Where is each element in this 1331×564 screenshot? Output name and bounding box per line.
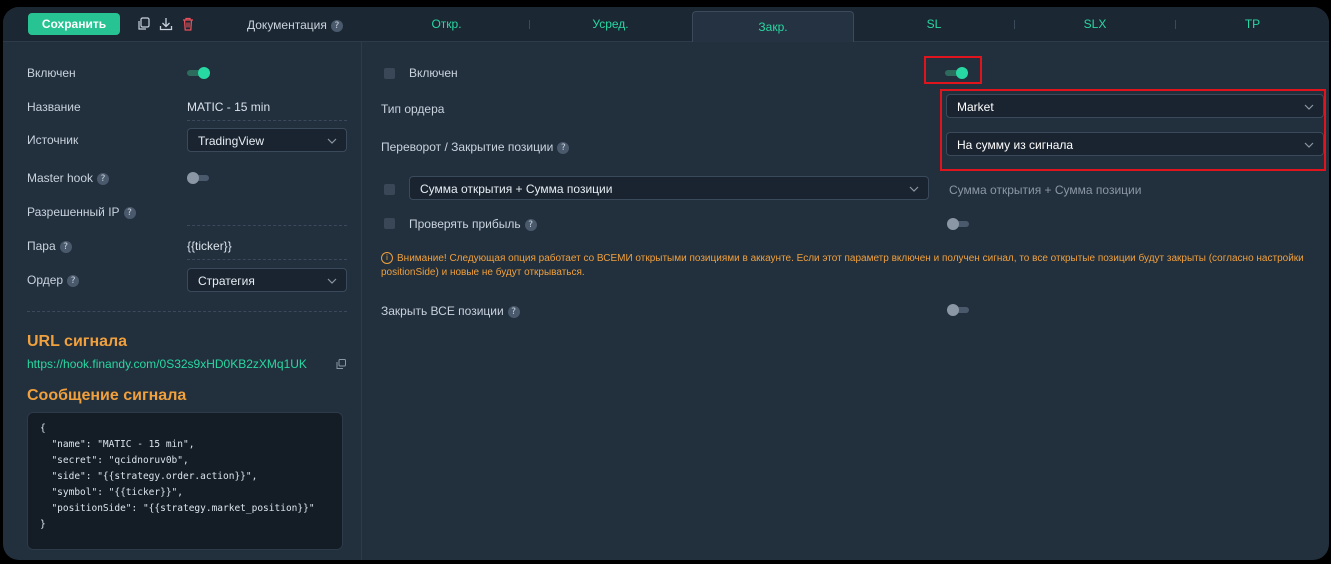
download-icon[interactable] <box>158 16 174 32</box>
tab-open[interactable]: Откр. <box>364 7 529 41</box>
order-label: Ордер? <box>27 273 80 287</box>
help-icon[interactable]: ? <box>59 240 72 253</box>
chevron-down-icon <box>327 278 337 284</box>
documentation-link[interactable]: Документация? <box>247 18 343 32</box>
code-line: "secret": "qcidnoruv0b", <box>40 455 189 466</box>
order-select[interactable]: Стратегия <box>187 268 347 292</box>
copy-icon[interactable] <box>136 16 152 32</box>
master-hook-label: Master hook? <box>27 171 110 185</box>
tab-sl[interactable]: SL <box>854 7 1014 41</box>
reverse-close-select[interactable]: На сумму из сигнала <box>946 132 1324 156</box>
sum-select-value: Сумма открытия + Сумма позиции <box>420 182 613 196</box>
name-field[interactable]: MATIC - 15 min <box>187 100 270 114</box>
enabled-label: Включен <box>409 66 458 80</box>
code-line: "name": "MATIC - 15 min", <box>40 439 195 450</box>
enabled-label: Включен <box>27 66 76 80</box>
pair-label: Пара? <box>27 239 72 253</box>
close-enabled-toggle[interactable] <box>945 67 969 79</box>
help-icon[interactable]: ? <box>330 19 343 32</box>
help-icon[interactable]: ? <box>123 206 136 219</box>
signal-message-code[interactable]: { "name": "MATIC - 15 min", "secret": "q… <box>27 412 343 550</box>
code-line: "side": "{{strategy.order.action}}", <box>40 471 258 482</box>
chevron-down-icon <box>1304 104 1314 110</box>
trash-icon[interactable] <box>180 16 196 32</box>
settings-window: Сохранить Документация? Откр. Усред. Зак… <box>3 7 1329 560</box>
help-icon[interactable]: ? <box>524 218 537 231</box>
copy-icon[interactable] <box>335 358 347 370</box>
check-profit-label: Проверять прибыль? <box>409 217 537 231</box>
source-label: Источник <box>27 133 79 147</box>
top-bar: Сохранить Документация? Откр. Усред. Зак… <box>3 7 1329 42</box>
sum-checkbox[interactable] <box>384 184 395 195</box>
tab-slx[interactable]: SLX <box>1015 7 1175 41</box>
reverse-close-value: На сумму из сигнала <box>957 138 1074 152</box>
chevron-down-icon <box>327 138 337 144</box>
allowed-ip-label: Разрешенный IP? <box>27 205 136 219</box>
close-all-toggle[interactable] <box>947 304 971 316</box>
check-profit-toggle[interactable] <box>947 218 971 230</box>
source-select[interactable]: TradingView <box>187 128 347 152</box>
enabled-toggle[interactable] <box>187 67 211 79</box>
order-value: Стратегия <box>198 274 255 288</box>
name-row: Название MATIC - 15 min <box>27 95 347 121</box>
close-settings-panel: Включен Тип ордера Market Переворот / За… <box>362 42 1329 560</box>
enabled-checkbox[interactable] <box>384 68 395 79</box>
reverse-close-label: Переворот / Закрытие позиции? <box>381 140 570 154</box>
tab-average[interactable]: Усред. <box>530 7 691 41</box>
master-hook-row: Master hook? <box>27 166 347 190</box>
sum-select[interactable]: Сумма открытия + Сумма позиции <box>409 176 929 200</box>
tab-tp[interactable]: TP <box>1176 7 1329 41</box>
close-all-label: Закрыть ВСЕ позиции? <box>381 304 520 318</box>
order-type-label: Тип ордера <box>381 102 445 116</box>
enabled-row: Включен <box>27 61 347 85</box>
help-icon[interactable]: ? <box>97 172 110 185</box>
code-line: "positionSide": "{{strategy.market_posit… <box>40 503 315 514</box>
check-profit-checkbox[interactable] <box>384 218 395 229</box>
pair-row: Пара? {{ticker}} <box>27 234 347 260</box>
tab-close[interactable]: Закр. <box>692 11 854 42</box>
message-title: Сообщение сигнала <box>27 387 187 404</box>
tab-bar: Откр. Усред. Закр. SL SLX TP <box>364 7 1329 42</box>
code-line: } <box>40 519 46 530</box>
code-line: { <box>40 423 46 434</box>
sum-hint: Сумма открытия + Сумма позиции <box>949 183 1142 197</box>
signal-url-link[interactable]: https://hook.finandy.com/0S32s9xHD0KB2zX… <box>27 357 307 371</box>
warning-message: i Внимание! Следующая опция работает со В… <box>381 252 1311 280</box>
order-type-select[interactable]: Market <box>946 94 1324 118</box>
help-icon[interactable]: ? <box>67 274 80 287</box>
source-value: TradingView <box>198 134 265 148</box>
documentation-label: Документация <box>247 18 327 32</box>
save-button[interactable]: Сохранить <box>28 13 120 35</box>
warning-text: Внимание! Следующая опция работает со ВС… <box>381 253 1304 278</box>
name-label: Название <box>27 100 81 114</box>
section-divider <box>27 310 347 312</box>
source-row: Источник TradingView <box>27 128 347 152</box>
master-hook-toggle[interactable] <box>187 172 211 184</box>
help-icon[interactable]: ? <box>507 305 520 318</box>
chevron-down-icon <box>1304 142 1314 148</box>
code-line: "symbol": "{{ticker}}", <box>40 487 183 498</box>
allowed-ip-row: Разрешенный IP? <box>27 200 347 226</box>
url-title: URL сигнала <box>27 333 128 350</box>
hook-settings-panel: Включен Название MATIC - 15 min Источник… <box>3 42 362 560</box>
order-type-value: Market <box>957 100 994 114</box>
chevron-down-icon <box>909 186 919 192</box>
pair-field[interactable]: {{ticker}} <box>187 239 232 253</box>
order-row: Ордер? Стратегия <box>27 268 347 292</box>
help-icon[interactable]: ? <box>557 141 570 154</box>
info-icon: i <box>381 252 393 265</box>
